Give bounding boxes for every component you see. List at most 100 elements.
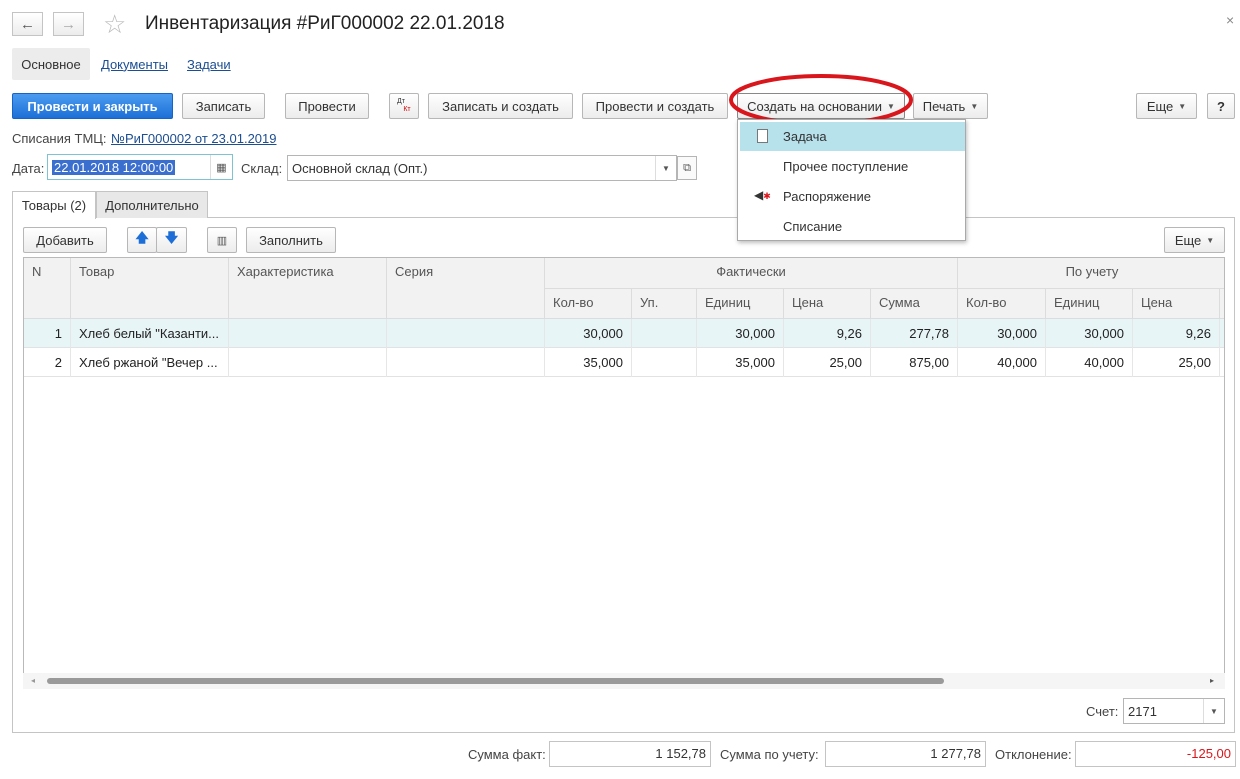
row-units[interactable]: 30,000 xyxy=(697,319,784,348)
dt-kt-button[interactable]: Дт Кт xyxy=(389,93,419,119)
row-product[interactable]: Хлеб ржаной "Вечер ... xyxy=(71,348,229,377)
row-price[interactable]: 9,26 xyxy=(784,319,871,348)
col-acc-price[interactable]: Цена xyxy=(1133,289,1220,319)
col-n[interactable]: N xyxy=(24,258,71,319)
col-qty[interactable]: Кол-во xyxy=(545,289,632,319)
menu-item-other-receipt[interactable]: Прочее поступление xyxy=(740,152,965,181)
kt-label: Кт xyxy=(403,106,411,113)
sum-actual-value: 1 152,78 xyxy=(549,741,711,767)
row-characteristic[interactable] xyxy=(229,348,387,377)
post-and-create-button[interactable]: Провести и создать xyxy=(582,93,728,119)
col-pack[interactable]: Уп. xyxy=(632,289,697,319)
row-number: 2 xyxy=(24,348,71,377)
row-pack[interactable] xyxy=(632,319,697,348)
row-pack[interactable] xyxy=(632,348,697,377)
more-label: Еще xyxy=(1146,98,1174,114)
account-value: 2171 xyxy=(1128,703,1157,719)
chevron-down-icon: ▼ xyxy=(1178,101,1187,111)
arrow-right-icon: → xyxy=(61,15,76,33)
col-sum[interactable]: Сумма xyxy=(871,289,958,319)
col-acc-units[interactable]: Единиц xyxy=(1046,289,1133,319)
post-and-close-button[interactable]: Провести и закрыть xyxy=(12,93,173,119)
menu-item-label: Задача xyxy=(783,129,827,144)
scroll-right-icon[interactable]: ▸ xyxy=(1210,676,1214,685)
sum-actual-label: Сумма факт: xyxy=(468,747,546,762)
row-units[interactable]: 35,000 xyxy=(697,348,784,377)
menu-item-writeoff[interactable]: Списание xyxy=(740,212,965,241)
tab-goods[interactable]: Товары (2) xyxy=(12,191,96,219)
move-down-button[interactable]: 🡇 xyxy=(156,227,187,253)
chevron-down-icon[interactable]: ▼ xyxy=(1203,699,1224,723)
menu-item-task[interactable]: Задача xyxy=(740,122,965,151)
open-icon[interactable]: ⧉ xyxy=(677,156,697,180)
move-up-button[interactable]: 🡅 xyxy=(127,227,157,253)
dt-label: Дт xyxy=(397,98,405,105)
col-series[interactable]: Серия xyxy=(387,258,545,319)
fill-button[interactable]: Заполнить xyxy=(246,227,336,253)
help-button[interactable]: ? xyxy=(1207,93,1235,119)
barcode-button[interactable]: ▥ xyxy=(207,227,237,253)
create-based-on-menu: Задача Прочее поступление ◀✱ Распоряжени… xyxy=(737,119,966,241)
col-price[interactable]: Цена xyxy=(784,289,871,319)
table-more-button[interactable]: Еще ▼ xyxy=(1164,227,1225,253)
row-price[interactable]: 25,00 xyxy=(784,348,871,377)
chevron-down-icon: ▼ xyxy=(970,101,979,111)
tab-tasks[interactable]: Задачи xyxy=(187,48,231,80)
row-series[interactable] xyxy=(387,348,545,377)
row-acc-units: 30,000 xyxy=(1046,319,1133,348)
favorite-star-icon[interactable]: ☆ xyxy=(103,10,126,38)
chevron-down-icon: ▼ xyxy=(1206,235,1215,245)
save-button[interactable]: Записать xyxy=(182,93,265,119)
tab-documents[interactable]: Документы xyxy=(101,48,168,80)
col-units[interactable]: Единиц xyxy=(697,289,784,319)
date-label: Дата: xyxy=(12,161,45,176)
back-button[interactable]: ← xyxy=(12,12,43,36)
row-acc-qty: 40,000 xyxy=(958,348,1046,377)
row-series[interactable] xyxy=(387,319,545,348)
row-acc-units: 40,000 xyxy=(1046,348,1133,377)
col-acc-qty[interactable]: Кол-во xyxy=(958,289,1046,319)
warehouse-label: Склад: xyxy=(241,161,283,176)
sum-accounting-value: 1 277,78 xyxy=(825,741,986,767)
table-more-label: Еще xyxy=(1174,232,1202,248)
row-number: 1 xyxy=(24,319,71,348)
row-qty[interactable]: 30,000 xyxy=(545,319,632,348)
menu-item-label: Распоряжение xyxy=(783,189,871,204)
deviation-value: -125,00 xyxy=(1075,741,1236,767)
date-input[interactable]: 22.01.2018 12:00:00 xyxy=(47,154,233,180)
calendar-icon[interactable]: ▦ xyxy=(210,155,232,179)
row-qty[interactable]: 35,000 xyxy=(545,348,632,377)
deviation-label: Отклонение: xyxy=(995,747,1072,762)
row-acc-qty: 30,000 xyxy=(958,319,1046,348)
col-product[interactable]: Товар xyxy=(71,258,229,319)
col-characteristic[interactable]: Характеристика xyxy=(229,258,387,319)
col-group-actual: Фактически xyxy=(545,258,958,289)
scroll-left-icon[interactable]: ◂ xyxy=(31,676,35,685)
add-button[interactable]: Добавить xyxy=(23,227,107,253)
menu-item-label: Прочее поступление xyxy=(783,159,909,174)
close-icon[interactable]: × xyxy=(1226,12,1234,28)
row-characteristic[interactable] xyxy=(229,319,387,348)
tab-main[interactable]: Основное xyxy=(12,48,90,80)
forward-button[interactable]: → xyxy=(53,12,84,36)
account-label: Счет: xyxy=(1086,704,1119,719)
scrollbar-thumb[interactable] xyxy=(47,678,944,684)
more-button[interactable]: Еще ▼ xyxy=(1136,93,1197,119)
date-value: 22.01.2018 12:00:00 xyxy=(52,159,176,175)
goods-table[interactable]: N Товар Характеристика Серия Фактически … xyxy=(23,257,1225,689)
warehouse-input[interactable]: Основной склад (Опт.) xyxy=(287,155,677,181)
document-icon xyxy=(757,129,768,143)
row-sum[interactable]: 277,78 xyxy=(871,319,958,348)
tab-additional[interactable]: Дополнительно xyxy=(96,191,208,218)
chevron-down-icon[interactable]: ▼ xyxy=(655,156,676,180)
writeoff-label: Списания ТМЦ: xyxy=(12,131,107,146)
row-acc-price: 25,00 xyxy=(1133,348,1220,377)
row-product[interactable]: Хлеб белый "Казанти... xyxy=(71,319,229,348)
arrow-up-icon: 🡅 xyxy=(135,230,149,245)
save-and-create-button[interactable]: Записать и создать xyxy=(428,93,573,119)
menu-item-order[interactable]: ◀✱ Распоряжение xyxy=(740,182,965,211)
print-button[interactable]: Печать ▼ xyxy=(913,93,988,119)
row-sum[interactable]: 875,00 xyxy=(871,348,958,377)
writeoff-link[interactable]: №РиГ000002 от 23.01.2019 xyxy=(111,131,276,146)
post-button[interactable]: Провести xyxy=(285,93,369,119)
